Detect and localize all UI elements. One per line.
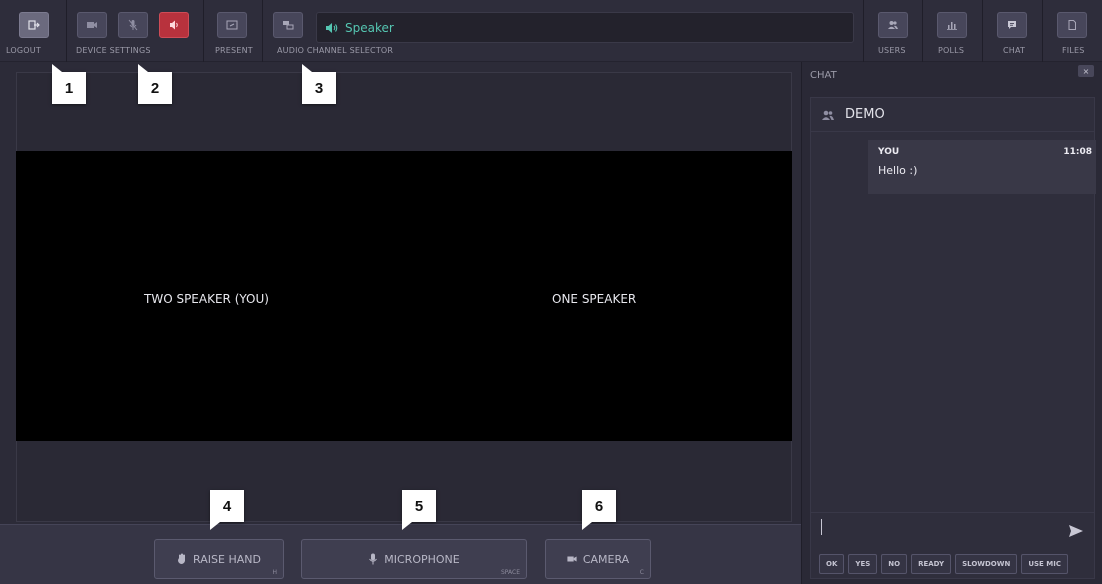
- message-author: YOU: [878, 147, 900, 157]
- camera-shortcut: C: [639, 569, 644, 576]
- bottom-control-bar: RAISE HAND H MICROPHONE SPACE CAMERA C: [0, 524, 801, 584]
- present-button[interactable]: [217, 12, 247, 38]
- callout-marker-5: 5: [402, 490, 436, 530]
- text-cursor: [821, 519, 822, 535]
- chat-panel-title: CHAT: [810, 70, 837, 81]
- callout-marker-6: 6: [582, 490, 616, 530]
- callout-marker-1: 1: [52, 64, 86, 104]
- speaker-icon: [170, 20, 178, 30]
- users-label: USERS: [878, 46, 906, 55]
- quick-reply-ok[interactable]: OK: [819, 554, 845, 574]
- quick-replies: OK YES NO READY SLOWDOWN USE MIC: [819, 554, 1068, 574]
- camera-icon: [567, 556, 577, 562]
- callout-marker-2: 2: [138, 64, 172, 104]
- speaker-icon: [326, 22, 338, 33]
- microphone-button[interactable]: MICROPHONE SPACE: [301, 539, 527, 579]
- users-icon: [822, 110, 834, 120]
- camera-button[interactable]: CAMERA C: [545, 539, 651, 579]
- speaker-tile-you: TWO SPEAKER (YOU): [144, 292, 269, 306]
- chat-room-name: DEMO: [845, 107, 885, 122]
- chat-button[interactable]: [997, 12, 1027, 38]
- camera-label: CAMERA: [582, 552, 630, 566]
- chat-label: CHAT: [1003, 46, 1026, 55]
- chat-room-header: DEMO: [811, 98, 1094, 132]
- quick-reply-ready[interactable]: READY: [911, 554, 952, 574]
- users-button[interactable]: [878, 12, 908, 38]
- raise-hand-shortcut: H: [272, 569, 277, 576]
- message-time: 11:08: [1063, 147, 1092, 157]
- callout-marker-4: 4: [210, 490, 244, 530]
- top-toolbar: LOGOUT DEVICE SETTINGS PRESENT AUDIO CHA…: [0, 0, 1102, 62]
- polls-button[interactable]: [937, 12, 967, 38]
- chat-group: CHAT: [983, 0, 1043, 62]
- users-icon: [888, 21, 898, 29]
- raise-hand-button[interactable]: RAISE HAND H: [154, 539, 284, 579]
- chat-icon: [1008, 21, 1016, 29]
- raise-hand-label: RAISE HAND: [193, 552, 261, 566]
- logout-button[interactable]: [19, 12, 49, 38]
- audio-channel-dropdown[interactable]: Speaker: [316, 12, 854, 43]
- files-icon: [1068, 20, 1076, 30]
- quick-reply-slowdown[interactable]: SLOWDOWN: [955, 554, 1018, 574]
- present-group: PRESENT: [204, 0, 263, 62]
- logout-group: LOGOUT: [0, 0, 67, 62]
- mic-off-icon: [128, 19, 138, 31]
- speaker-toggle-button[interactable]: [159, 12, 189, 38]
- quick-reply-no[interactable]: NO: [881, 554, 908, 574]
- audio-channel-value: Speaker: [345, 20, 394, 35]
- device-settings-group: DEVICE SETTINGS: [67, 0, 204, 62]
- camera-toggle-button[interactable]: [77, 12, 107, 38]
- channel-icon: [283, 21, 294, 30]
- files-button[interactable]: [1057, 12, 1087, 38]
- quick-reply-yes[interactable]: YES: [848, 554, 878, 574]
- chat-close-button[interactable]: ×: [1078, 65, 1094, 77]
- microphone-label: MICROPHONE: [384, 552, 460, 566]
- quick-reply-use-mic[interactable]: USE MIC: [1021, 554, 1068, 574]
- microphone-toggle-button[interactable]: [118, 12, 148, 38]
- logout-icon: [28, 20, 40, 30]
- users-group: USERS: [863, 0, 923, 62]
- audio-channel-label: AUDIO CHANNEL SELECTOR: [277, 46, 394, 55]
- polls-group: POLLS: [923, 0, 983, 62]
- audio-channel-button[interactable]: [273, 12, 303, 38]
- logout-label: LOGOUT: [6, 46, 41, 55]
- present-label: PRESENT: [215, 46, 253, 55]
- device-settings-label: DEVICE SETTINGS: [76, 46, 151, 55]
- files-group: FILES: [1043, 0, 1102, 62]
- message-text: Hello :): [878, 164, 918, 177]
- callout-marker-3: 3: [302, 64, 336, 104]
- files-label: FILES: [1062, 46, 1085, 55]
- speaker-tile-other: ONE SPEAKER: [552, 292, 637, 306]
- chat-message-input[interactable]: [811, 512, 1094, 550]
- camera-icon: [87, 22, 97, 28]
- hand-icon: [178, 553, 186, 564]
- microphone-shortcut: SPACE: [500, 569, 520, 576]
- send-icon[interactable]: [1068, 524, 1084, 538]
- close-icon: ×: [1082, 66, 1090, 76]
- video-stage: TWO SPEAKER (YOU) ONE SPEAKER: [16, 151, 792, 441]
- microphone-icon: [369, 553, 378, 565]
- chat-room: DEMO YOU 11:08 Hello :) OK YES NO READY …: [810, 97, 1096, 579]
- polls-icon: [947, 22, 957, 30]
- present-icon: [226, 20, 238, 30]
- chat-panel: CHAT × DEMO YOU 11:08 Hello :) OK YES NO…: [801, 62, 1102, 584]
- polls-label: POLLS: [938, 46, 965, 55]
- chat-message: YOU 11:08 Hello :): [868, 140, 1096, 194]
